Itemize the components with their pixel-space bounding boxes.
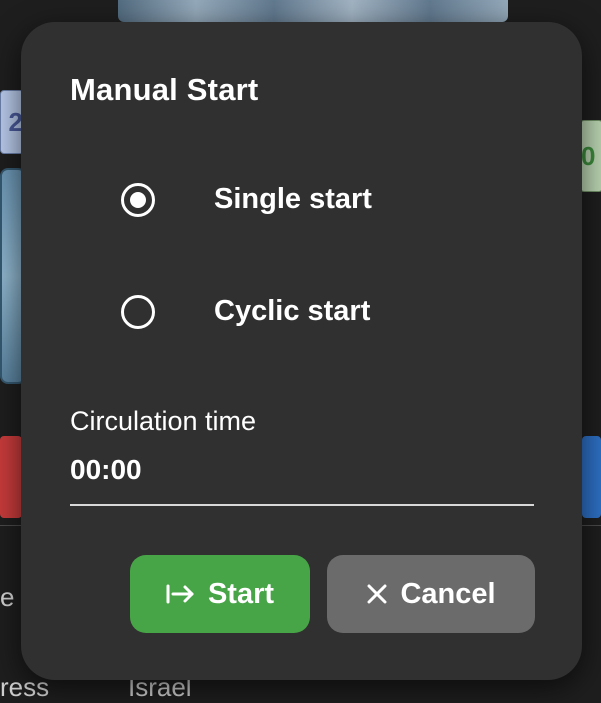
dialog-title: Manual Start xyxy=(70,72,259,107)
circulation-time-input[interactable] xyxy=(70,450,534,490)
cancel-button[interactable]: Cancel xyxy=(327,555,535,633)
background-text: e xyxy=(0,582,15,612)
background-right-blue-button xyxy=(582,436,601,518)
arrow-to-right-icon xyxy=(166,583,196,605)
radio-label[interactable]: Single start xyxy=(214,183,372,216)
radio-button-selected[interactable] xyxy=(121,183,155,217)
circulation-time-label: Circulation time xyxy=(70,406,257,436)
radio-dot xyxy=(130,192,146,208)
manual-start-dialog: Manual Start Single start Cyclic start C… xyxy=(21,22,582,680)
input-underline xyxy=(70,504,534,506)
background-left-red-button xyxy=(0,436,22,518)
radio-label[interactable]: Cyclic start xyxy=(214,295,370,328)
radio-option-cyclic-start[interactable]: Cyclic start xyxy=(121,287,370,337)
background-right-field: 0 xyxy=(580,120,601,192)
radio-option-single-start[interactable]: Single start xyxy=(121,175,372,225)
close-icon xyxy=(366,583,388,605)
cancel-button-label: Cancel xyxy=(400,577,496,610)
background-tank-image xyxy=(118,0,508,22)
start-button-label: Start xyxy=(207,577,275,610)
radio-button[interactable] xyxy=(121,295,155,329)
start-button[interactable]: Start xyxy=(130,555,310,633)
